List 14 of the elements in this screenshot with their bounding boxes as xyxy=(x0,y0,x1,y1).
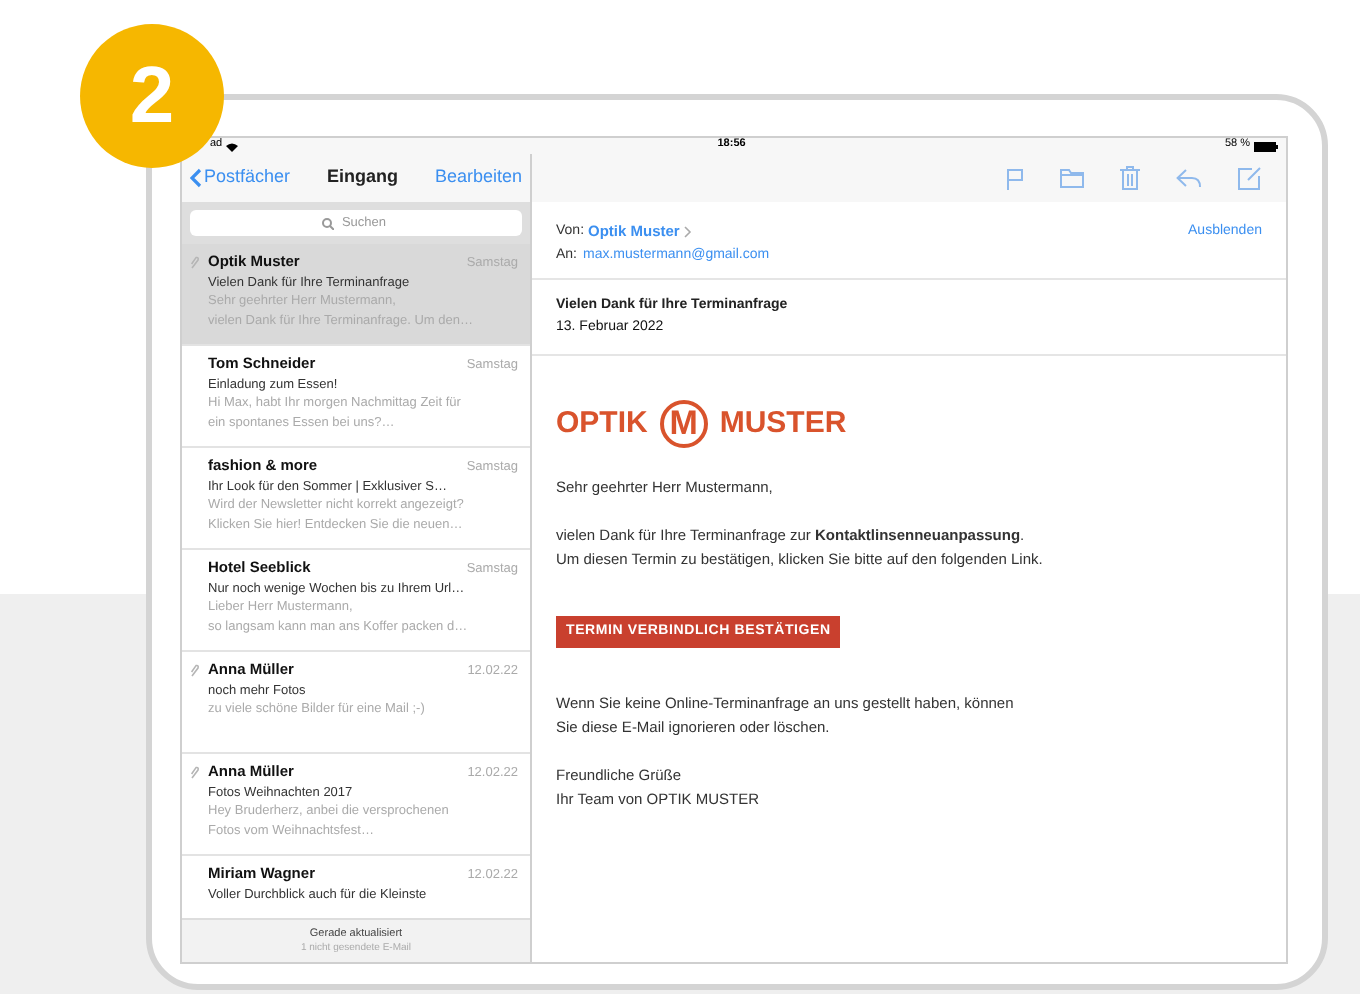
mailbox-title: Eingang xyxy=(326,164,398,191)
flag-icon[interactable] xyxy=(1006,167,1024,189)
wifi-icon xyxy=(226,141,239,151)
compose-icon[interactable] xyxy=(1238,166,1262,190)
reply-icon[interactable] xyxy=(1176,168,1202,188)
logo-mark: M xyxy=(659,400,708,448)
folder-icon[interactable] xyxy=(1060,168,1084,188)
trash-icon[interactable] xyxy=(1120,166,1140,190)
battery-icon xyxy=(1254,141,1278,151)
logo-text: MUSTER xyxy=(719,412,847,436)
chevron-left-icon xyxy=(190,168,202,188)
logo-text: OPTIK xyxy=(556,412,648,436)
chevron-right-icon xyxy=(683,226,692,238)
search-icon xyxy=(322,217,334,229)
